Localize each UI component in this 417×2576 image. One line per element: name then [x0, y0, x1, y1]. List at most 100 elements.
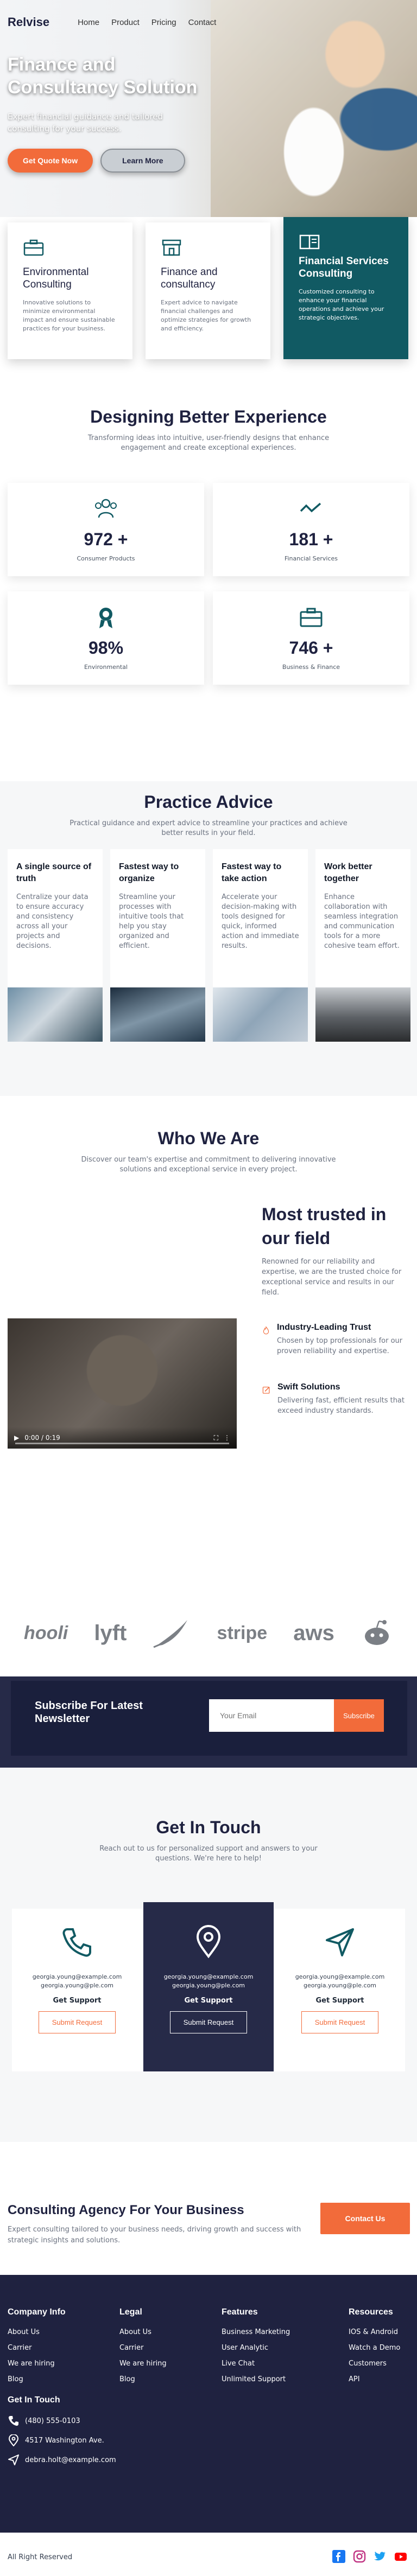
service-title: Financial Services Consulting — [299, 256, 389, 279]
feature-text: Delivering fast, efficient results that … — [277, 1397, 405, 1415]
hooli-logo: hooli — [24, 1622, 68, 1643]
footer-column-title: Features — [222, 2307, 258, 2317]
section-title: Who We Are — [157, 1128, 260, 1148]
nav-home[interactable]: Home — [78, 18, 99, 27]
footer-link[interactable]: Blog — [8, 2375, 66, 2383]
footer-link[interactable]: User Analytic — [222, 2344, 290, 2352]
newsletter-form: Subscribe — [209, 1699, 384, 1732]
newsletter-title: Subscribe For Latest Newsletter — [35, 1700, 143, 1725]
footer-link[interactable]: Live Chat — [222, 2360, 290, 2368]
cta-section: Consulting Agency For Your Business Expe… — [0, 2142, 417, 2275]
contact-us-button[interactable]: Contact Us — [320, 2203, 410, 2234]
copyright: All Right Reserved — [8, 2553, 73, 2561]
footer-link[interactable]: Customers — [349, 2360, 400, 2368]
twitter-icon[interactable] — [374, 2550, 387, 2563]
book-icon — [299, 234, 320, 250]
footer-link[interactable]: Blog — [119, 2375, 167, 2383]
briefcase-icon — [23, 239, 44, 256]
social-links — [332, 2550, 407, 2563]
nav-contact[interactable]: Contact — [188, 18, 217, 27]
video-progress[interactable] — [15, 1443, 229, 1444]
video-player[interactable]: ▶ 0:00 / 0:19 ⛶ ⋮ — [8, 1318, 237, 1449]
stat-label: Consumer Products — [77, 555, 135, 562]
fullscreen-icon[interactable]: ⛶ — [214, 1434, 218, 1442]
contact-label: Get Support — [184, 1997, 233, 2005]
award-icon — [99, 608, 112, 628]
trust-text: Renowned for our reliability and experti… — [262, 1258, 402, 1297]
footer-link[interactable]: About Us — [8, 2328, 66, 2336]
cta-title: Consulting Agency For Your Business — [8, 2203, 244, 2217]
footer-column: Legal About Us Carrier We are hiring Blo… — [119, 2307, 167, 2391]
footer-link[interactable]: Carrier — [8, 2344, 66, 2352]
users-icon — [95, 499, 117, 518]
practice-card-title: Fastest way to take action — [222, 862, 282, 883]
practice-card-text: Centralize your data to ensure accuracy … — [16, 893, 89, 950]
location-icon — [196, 1925, 221, 1959]
footer-link[interactable]: About Us — [119, 2328, 167, 2336]
submit-request-button[interactable]: Submit Request — [38, 2011, 116, 2033]
service-text: Customized consulting to enhance your fi… — [299, 288, 384, 321]
nav-product[interactable]: Product — [111, 18, 140, 27]
footer-link[interactable]: Business Marketing — [222, 2328, 290, 2336]
submit-request-button[interactable]: Submit Request — [169, 2011, 248, 2033]
subscribe-button[interactable]: Subscribe — [334, 1699, 384, 1732]
learn-more-button[interactable]: Learn More — [100, 149, 185, 173]
footer-address-text: 4517 Washington Ave. — [25, 2436, 104, 2445]
stat-value: 181 + — [289, 530, 333, 549]
feather-logo — [153, 1620, 188, 1648]
footer-phone[interactable]: (480) 555-0103 — [8, 2415, 116, 2427]
section-subtitle: Practical guidance and expert advice to … — [70, 819, 348, 837]
contact-section: Get In Touch Reach out to us for persona… — [0, 1768, 417, 2142]
send-icon — [326, 1928, 354, 1956]
instagram-icon[interactable] — [353, 2550, 366, 2563]
stat-value: 972 + — [84, 530, 128, 549]
service-card[interactable]: Environmental Consulting Innovative solu… — [8, 222, 132, 359]
footer-link[interactable]: We are hiring — [119, 2360, 167, 2368]
service-text: Innovative solutions to minimize environ… — [23, 299, 115, 332]
get-quote-button[interactable]: Get Quote Now — [8, 149, 93, 173]
nav-pricing[interactable]: Pricing — [151, 18, 176, 27]
stripe-logo: stripe — [217, 1622, 268, 1643]
submit-request-button[interactable]: Submit Request — [301, 2011, 379, 2033]
section-title: Practice Advice — [144, 792, 273, 812]
footer-address[interactable]: 4517 Washington Ave. — [8, 2434, 116, 2446]
footer-email[interactable]: debra.holt@example.com — [8, 2454, 116, 2466]
practice-card[interactable]: Fastest way to organize Streamline your … — [110, 849, 205, 987]
contact-email: georgia.young@ple.com — [303, 1982, 377, 1989]
email-input[interactable] — [209, 1699, 334, 1732]
logo[interactable]: Relvise — [8, 15, 49, 29]
play-icon[interactable]: ▶ — [14, 1434, 19, 1442]
phone-icon — [62, 1928, 91, 1957]
footer-phone-text: (480) 555-0103 — [25, 2416, 80, 2425]
feature-item: Industry-Leading Trust Chosen by top pro… — [262, 1323, 414, 1356]
footer-link[interactable]: We are hiring — [8, 2360, 66, 2368]
youtube-icon[interactable] — [394, 2550, 407, 2563]
practice-card[interactable]: Fastest way to take action Accelerate yo… — [213, 849, 308, 987]
services-section: Environmental Consulting Innovative solu… — [0, 217, 417, 407]
contact-email: georgia.young@ple.com — [40, 1982, 114, 1989]
video-controls: ▶ 0:00 / 0:19 ⛶ ⋮ — [8, 1427, 237, 1449]
footer-link[interactable]: Carrier — [119, 2344, 167, 2352]
footer-column-title: Resources — [349, 2307, 393, 2317]
practice-card-text: Accelerate your decision-making with too… — [222, 893, 299, 950]
practice-card-title: A single source of truth — [16, 862, 92, 883]
logos-strip: hooli lyft stripe aws — [0, 1590, 417, 1676]
footer-link[interactable]: IOS & Android — [349, 2328, 400, 2336]
footer-link[interactable]: Unlimited Support — [222, 2375, 290, 2383]
service-card[interactable]: Finance and consultancy Expert advice to… — [146, 222, 270, 359]
reddit-logo — [364, 1620, 389, 1645]
top-nav: Relvise Home Product Pricing Contact — [8, 15, 216, 29]
contact-label: Get Support — [315, 1997, 364, 2005]
footer-link[interactable]: API — [349, 2375, 400, 2383]
footer-link[interactable]: Watch a Demo — [349, 2344, 400, 2352]
practice-card[interactable]: A single source of truth Centralize your… — [8, 849, 103, 987]
facebook-icon[interactable] — [332, 2550, 345, 2563]
more-icon[interactable]: ⋮ — [224, 1434, 230, 1442]
service-card[interactable]: Financial Services Consulting Customized… — [283, 217, 408, 359]
practice-card-title: Fastest way to organize — [119, 862, 179, 883]
briefcase-icon — [300, 608, 323, 627]
contact-email: georgia.young@example.com — [32, 1973, 122, 1980]
service-title: Environmental Consulting — [23, 266, 89, 290]
contact-email: georgia.young@example.com — [163, 1973, 254, 1980]
practice-card[interactable]: Work better together Enhance collaborati… — [315, 849, 410, 987]
